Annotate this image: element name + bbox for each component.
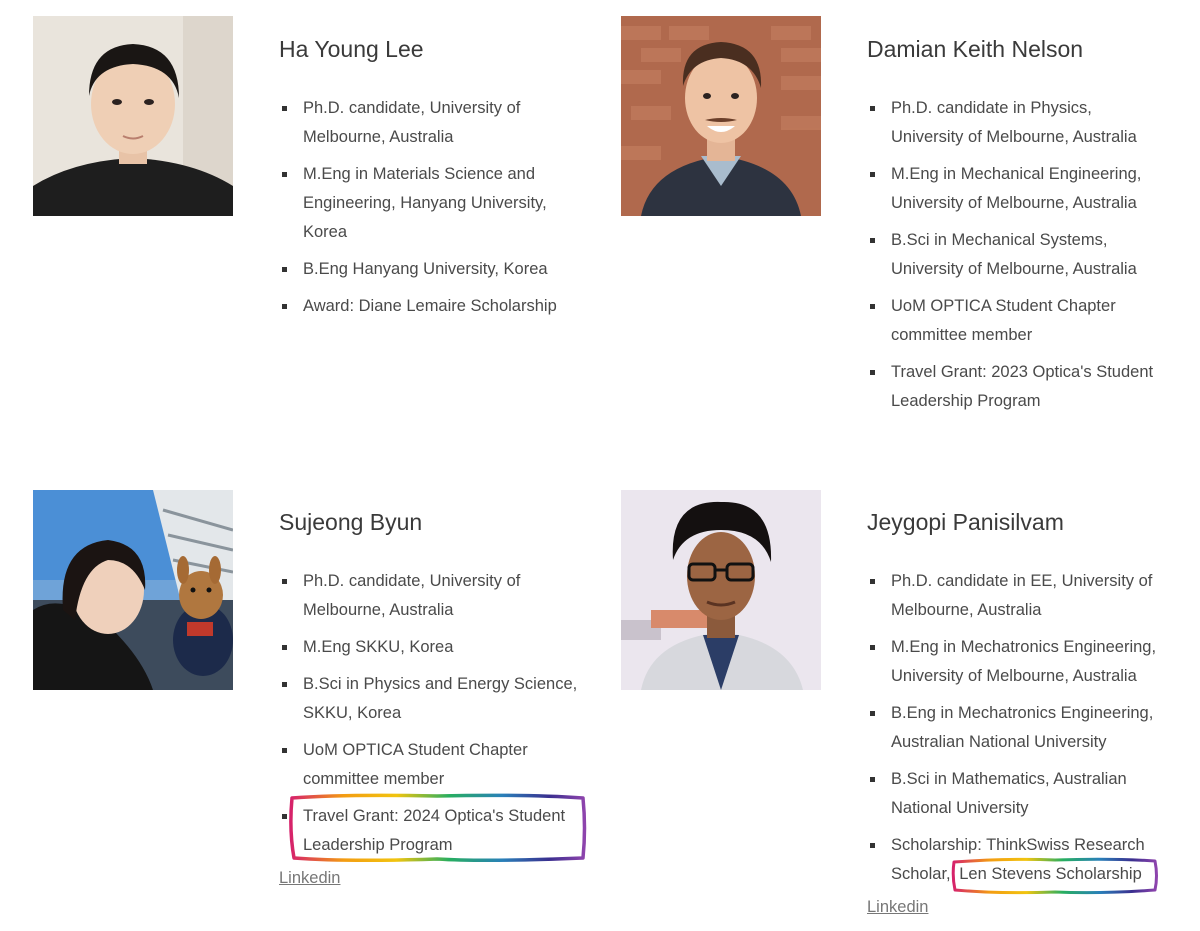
qualification-list: Ph.D. candidate, University of Melbourne… [279, 94, 579, 321]
person-info: Sujeong Byun Ph.D. candidate, University… [279, 507, 587, 890]
linkedin-link[interactable]: Linkedin [279, 866, 340, 890]
qualification-item: UoM OPTICA Student Chapter committee mem… [867, 292, 1167, 350]
linkedin-link[interactable]: Linkedin [867, 895, 928, 919]
qualification-item: Ph.D. candidate in Physics, University o… [867, 94, 1167, 152]
qualification-list: Ph.D. candidate, University of Melbourne… [279, 567, 587, 863]
qualification-item: Ph.D. candidate, University of Melbourne… [279, 567, 579, 625]
scholarship-highlight: Len Stevens Scholarship [951, 857, 1159, 895]
person-photo [621, 490, 821, 690]
qualification-item: M.Eng in Materials Science and Engineeri… [279, 160, 579, 247]
qualification-item: B.Eng in Mechatronics Engineering, Austr… [867, 699, 1167, 757]
qualification-item: UoM OPTICA Student Chapter committee mem… [279, 736, 579, 794]
qualification-item: B.Eng Hanyang University, Korea [279, 255, 579, 284]
qualification-item: Ph.D. candidate in EE, University of Mel… [867, 567, 1167, 625]
qualification-text: Travel Grant: 2024 Optica's Student Lead… [303, 807, 566, 854]
qualification-item: M.Eng SKKU, Korea [279, 633, 579, 662]
person-photo [33, 16, 233, 216]
qualification-item: B.Sci in Mechanical Systems, University … [867, 226, 1167, 284]
person-info: Damian Keith Nelson Ph.D. candidate in P… [867, 34, 1167, 424]
scholarship-highlight-text: Len Stevens Scholarship [959, 865, 1142, 883]
qualification-item-scholarship: Scholarship: ThinkSwiss Research Scholar… [867, 831, 1167, 895]
qualification-list: Ph.D. candidate in Physics, University o… [867, 94, 1167, 416]
qualification-item: M.Eng in Mechanical Engineering, Univers… [867, 160, 1167, 218]
qualification-item: Travel Grant: 2023 Optica's Student Lead… [867, 358, 1167, 416]
person-photo [33, 490, 233, 690]
person-info: Ha Young Lee Ph.D. candidate, University… [279, 34, 579, 329]
person-name: Damian Keith Nelson [867, 36, 1084, 62]
person-photo [621, 16, 821, 216]
qualification-item: B.Sci in Physics and Energy Science, SKK… [279, 670, 579, 728]
qualification-item: M.Eng in Mechatronics Engineering, Unive… [867, 633, 1167, 691]
person-info: Jeygopi Panisilvam Ph.D. candidate in EE… [867, 507, 1167, 919]
qualification-item: Award: Diane Lemaire Scholarship [279, 292, 579, 321]
qualification-item-highlighted: Travel Grant: 2024 Optica's Student Lead… [279, 793, 587, 863]
qualification-list: Ph.D. candidate in EE, University of Mel… [867, 567, 1167, 895]
hand-drawn-highlight-box [289, 793, 587, 863]
person-name: Sujeong Byun [279, 509, 423, 535]
qualification-item: Ph.D. candidate, University of Melbourne… [279, 94, 579, 152]
person-name: Jeygopi Panisilvam [867, 509, 1064, 535]
qualification-item: B.Sci in Mathematics, Australian Nationa… [867, 765, 1167, 823]
person-name: Ha Young Lee [279, 36, 424, 62]
